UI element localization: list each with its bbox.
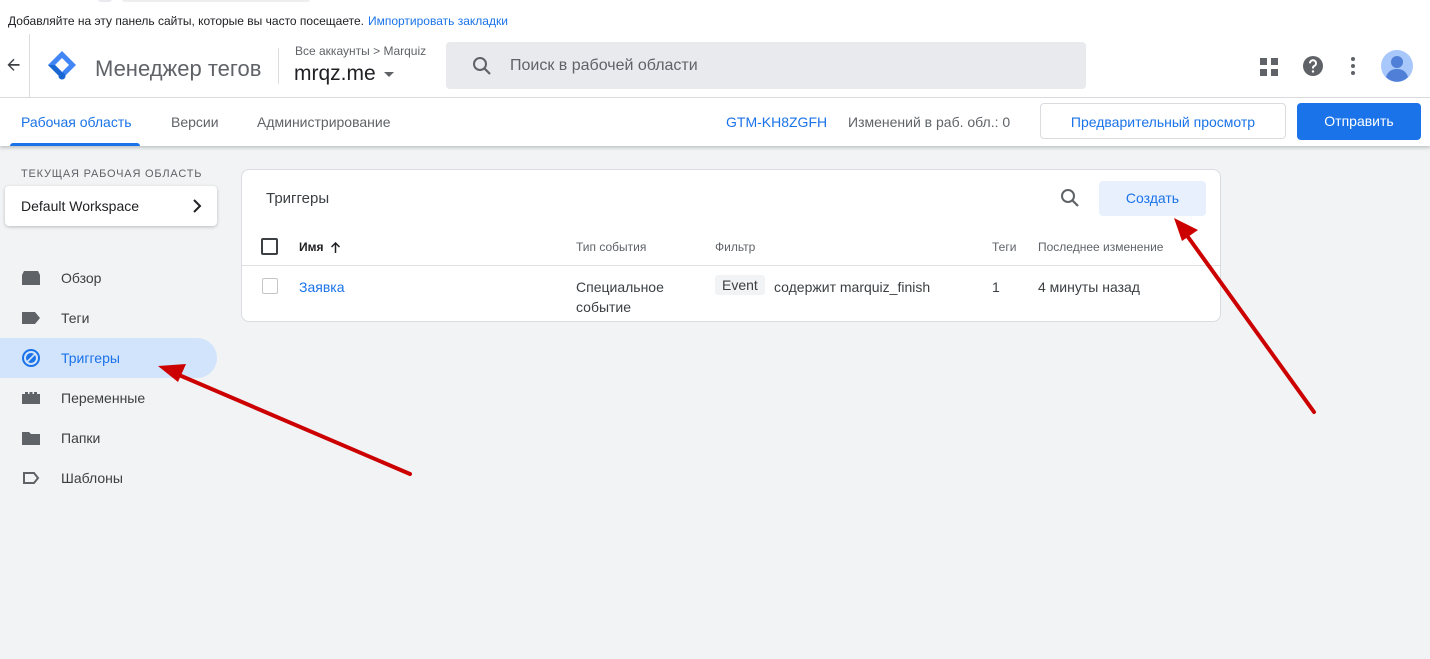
browser-tab-fragment bbox=[98, 0, 112, 2]
import-bookmarks-link[interactable]: Импортировать закладки bbox=[368, 14, 508, 28]
avatar-icon[interactable] bbox=[1381, 50, 1413, 82]
sidebar-item-label: Теги bbox=[61, 310, 90, 326]
last-modified: 4 минуты назад bbox=[1038, 279, 1140, 295]
app-header: Менеджер тегов Все аккаунты > Marquiz mr… bbox=[0, 34, 1430, 98]
tag-icon bbox=[22, 312, 40, 324]
column-header-tags[interactable]: Теги bbox=[992, 240, 1016, 254]
active-tab-indicator bbox=[10, 143, 140, 146]
product-name: Менеджер тегов bbox=[95, 56, 262, 81]
column-header-last-modified[interactable]: Последнее изменение bbox=[1038, 240, 1163, 254]
container-selector[interactable]: mrqz.me bbox=[294, 62, 394, 86]
tab-workspace[interactable]: Рабочая область bbox=[21, 114, 132, 130]
bookmarks-hint-text: Добавляйте на эту панель сайты, которые … bbox=[8, 14, 364, 28]
breadcrumb-account[interactable]: Marquiz bbox=[383, 44, 426, 58]
create-trigger-button[interactable]: Создать bbox=[1099, 181, 1206, 216]
apps-icon[interactable] bbox=[1260, 58, 1278, 76]
tab-versions[interactable]: Версии bbox=[171, 114, 219, 130]
breadcrumb[interactable]: Все аккаунты > Marquiz bbox=[295, 44, 426, 58]
sidebar-item-templates[interactable]: Шаблоны bbox=[0, 458, 217, 498]
filter-condition: содержит marquiz_finish bbox=[774, 279, 931, 295]
divider bbox=[29, 34, 30, 97]
variable-icon bbox=[22, 392, 40, 404]
trigger-event-type: Специальное событие bbox=[576, 279, 664, 315]
breadcrumb-separator: > bbox=[373, 44, 381, 58]
search-icon[interactable] bbox=[1060, 188, 1080, 208]
more-vert-icon[interactable] bbox=[1348, 56, 1358, 76]
caret-down-icon[interactable] bbox=[383, 71, 394, 77]
workspace-search[interactable]: Поиск в рабочей области bbox=[446, 42, 1086, 89]
sidebar-item-label: Папки bbox=[61, 430, 101, 446]
workspace-changes-count: Изменений в раб. обл.: 0 bbox=[848, 114, 1011, 130]
container-id-link[interactable]: GTM-KH8ZGFH bbox=[726, 114, 827, 130]
column-header-name[interactable]: Имя bbox=[299, 240, 341, 254]
filter-variable-chip: Event bbox=[715, 275, 765, 295]
trigger-name-link[interactable]: Заявка bbox=[299, 277, 344, 297]
trigger-icon bbox=[22, 349, 40, 367]
current-workspace-label: ТЕКУЩАЯ РАБОЧАЯ ОБЛАСТЬ bbox=[21, 168, 203, 180]
search-icon[interactable] bbox=[472, 56, 492, 76]
column-header-filter[interactable]: Фильтр bbox=[715, 240, 755, 254]
workspace-tab-bar: Рабочая область Версии Администрирование… bbox=[0, 98, 1430, 146]
column-header-label[interactable]: Имя bbox=[299, 240, 324, 254]
sort-arrow-up-icon[interactable] bbox=[330, 241, 341, 254]
tags-count: 1 bbox=[992, 279, 1000, 295]
bookmarks-bar: Добавляйте на эту панель сайты, которые … bbox=[0, 0, 1430, 34]
sidebar-item-label: Шаблоны bbox=[61, 470, 123, 486]
sidebar-item-label: Обзор bbox=[61, 270, 102, 286]
row-checkbox[interactable] bbox=[262, 278, 278, 294]
sidebar-item-variables[interactable]: Переменные bbox=[0, 378, 217, 418]
folder-icon bbox=[22, 432, 40, 445]
breadcrumb-parent[interactable]: Все аккаунты bbox=[295, 44, 370, 58]
card-title: Триггеры bbox=[266, 190, 330, 207]
divider bbox=[278, 48, 279, 84]
preview-button[interactable]: Предварительный просмотр bbox=[1040, 103, 1286, 139]
chevron-right-icon[interactable] bbox=[191, 198, 203, 214]
container-name[interactable]: mrqz.me bbox=[294, 62, 376, 85]
submit-button[interactable]: Отправить bbox=[1297, 103, 1421, 140]
sidebar-item-tags[interactable]: Теги bbox=[0, 298, 217, 338]
triggers-card: Триггеры Создать Имя Тип события Фильтр … bbox=[241, 169, 1221, 322]
workspace-selector[interactable]: Default Workspace bbox=[5, 186, 217, 226]
sidebar-item-folders[interactable]: Папки bbox=[0, 418, 217, 458]
sidebar-item-label: Переменные bbox=[61, 390, 146, 406]
back-arrow-icon[interactable] bbox=[5, 56, 23, 74]
gtm-logo-icon bbox=[48, 51, 76, 80]
tab-admin[interactable]: Администрирование bbox=[257, 114, 391, 130]
column-header-event-type[interactable]: Тип события bbox=[576, 240, 646, 254]
select-all-checkbox[interactable] bbox=[261, 238, 278, 255]
sidebar-item-overview[interactable]: Обзор bbox=[0, 258, 217, 298]
search-input[interactable]: Поиск в рабочей области bbox=[510, 57, 698, 75]
overview-icon bbox=[22, 271, 40, 285]
sidebar-item-label: Триггеры bbox=[61, 350, 120, 366]
workspace-name[interactable]: Default Workspace bbox=[21, 198, 139, 214]
divider bbox=[242, 265, 1220, 266]
browser-tab-fragment bbox=[122, 0, 310, 2]
template-icon bbox=[23, 472, 40, 484]
help-icon[interactable] bbox=[1302, 55, 1324, 77]
sidebar-item-triggers[interactable]: Триггеры bbox=[0, 338, 217, 378]
